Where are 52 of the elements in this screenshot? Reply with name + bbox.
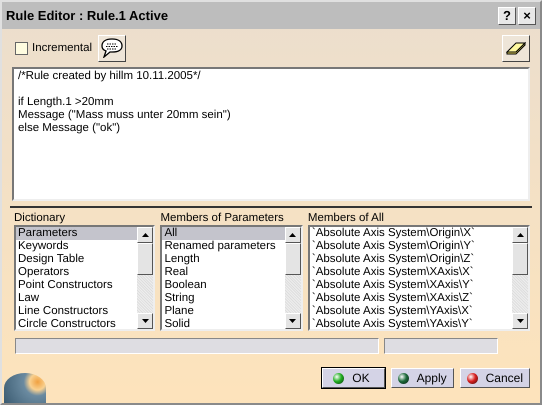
list-item[interactable]: Length	[162, 253, 285, 266]
dot-icon	[333, 372, 344, 384]
list-item[interactable]: `Absolute Axis System\Origin\X`	[310, 227, 512, 240]
scrollbar[interactable]	[512, 227, 528, 329]
scroll-down-arrow-icon[interactable]	[516, 319, 524, 323]
list-item[interactable]: Plane	[162, 305, 285, 318]
list-label: Members of All	[308, 212, 385, 225]
scrollbar[interactable]	[137, 227, 154, 329]
list-item[interactable]: Keywords	[16, 240, 138, 253]
scroll-up-arrow-icon[interactable]	[516, 233, 524, 237]
incremental-checkbox[interactable]	[15, 42, 28, 54]
window-title: Rule Editor : Rule.1 Active	[6, 8, 170, 23]
list-item[interactable]: Law	[16, 292, 138, 305]
scrollbar[interactable]	[284, 227, 301, 329]
rule-editor[interactable]: /*Rule created by hillm 10.11.2005*/ if Length.1 >20mm Message ("Mass muss unter 20mm sein") else Message ("ok")	[12, 67, 530, 201]
dot-icon	[398, 372, 409, 384]
list-item[interactable]: Real	[162, 266, 285, 279]
list-item[interactable]: Point Constructors	[16, 279, 138, 292]
list-item[interactable]: `Absolute Axis System\XAxis\Y`	[310, 279, 512, 292]
incremental-label: Incremental	[32, 42, 92, 54]
scroll-up-arrow-icon[interactable]	[142, 233, 149, 237]
list-item[interactable]: `Absolute Axis System\Origin\Z`	[310, 253, 512, 266]
list-item[interactable]: Boolean	[162, 279, 285, 292]
scroll-up-arrow-icon[interactable]	[289, 233, 296, 237]
scroll-down-arrow-icon[interactable]	[289, 319, 296, 323]
dialog-button[interactable]: OK	[322, 368, 385, 388]
dot-icon	[466, 372, 478, 384]
list-item[interactable]: Line Constructors	[16, 305, 138, 318]
list-item[interactable]: `Absolute Axis System\Origin\Y`	[310, 240, 512, 253]
eraser-icon	[506, 40, 526, 56]
eraser-button[interactable]	[502, 34, 530, 62]
dialog-button[interactable]: Cancel	[460, 368, 530, 388]
list-item[interactable]: Operators	[16, 266, 138, 279]
dialog-button[interactable]: Apply	[390, 368, 454, 388]
title-bar-button[interactable]: ×	[518, 6, 536, 24]
list-item[interactable]: Parameters	[16, 227, 138, 240]
list-item[interactable]: Renamed parameters	[162, 240, 285, 253]
list-label: Members of Parameters	[160, 212, 285, 225]
list-item[interactable]: Circle Constructors	[16, 318, 138, 329]
globe-logo-drawing	[4, 373, 46, 403]
scroll-down-arrow-icon[interactable]	[142, 319, 149, 323]
list-item[interactable]: Solid	[162, 318, 285, 329]
list-item[interactable]: All	[162, 227, 285, 240]
list-label: Dictionary	[14, 212, 66, 225]
list-item[interactable]: `Absolute Axis System\XAxis\X`	[310, 266, 512, 279]
comment-button[interactable]	[98, 34, 126, 62]
list-item[interactable]: Design Table	[16, 253, 138, 266]
list-item[interactable]: String	[162, 292, 285, 305]
list-item[interactable]: `Absolute Axis System\XAxis\Z`	[310, 292, 512, 305]
list-item[interactable]: `Absolute Axis System\YAxis\X`	[310, 305, 512, 318]
title-bar-button[interactable]: ?	[498, 6, 516, 24]
speech-bubble-icon	[101, 38, 124, 58]
